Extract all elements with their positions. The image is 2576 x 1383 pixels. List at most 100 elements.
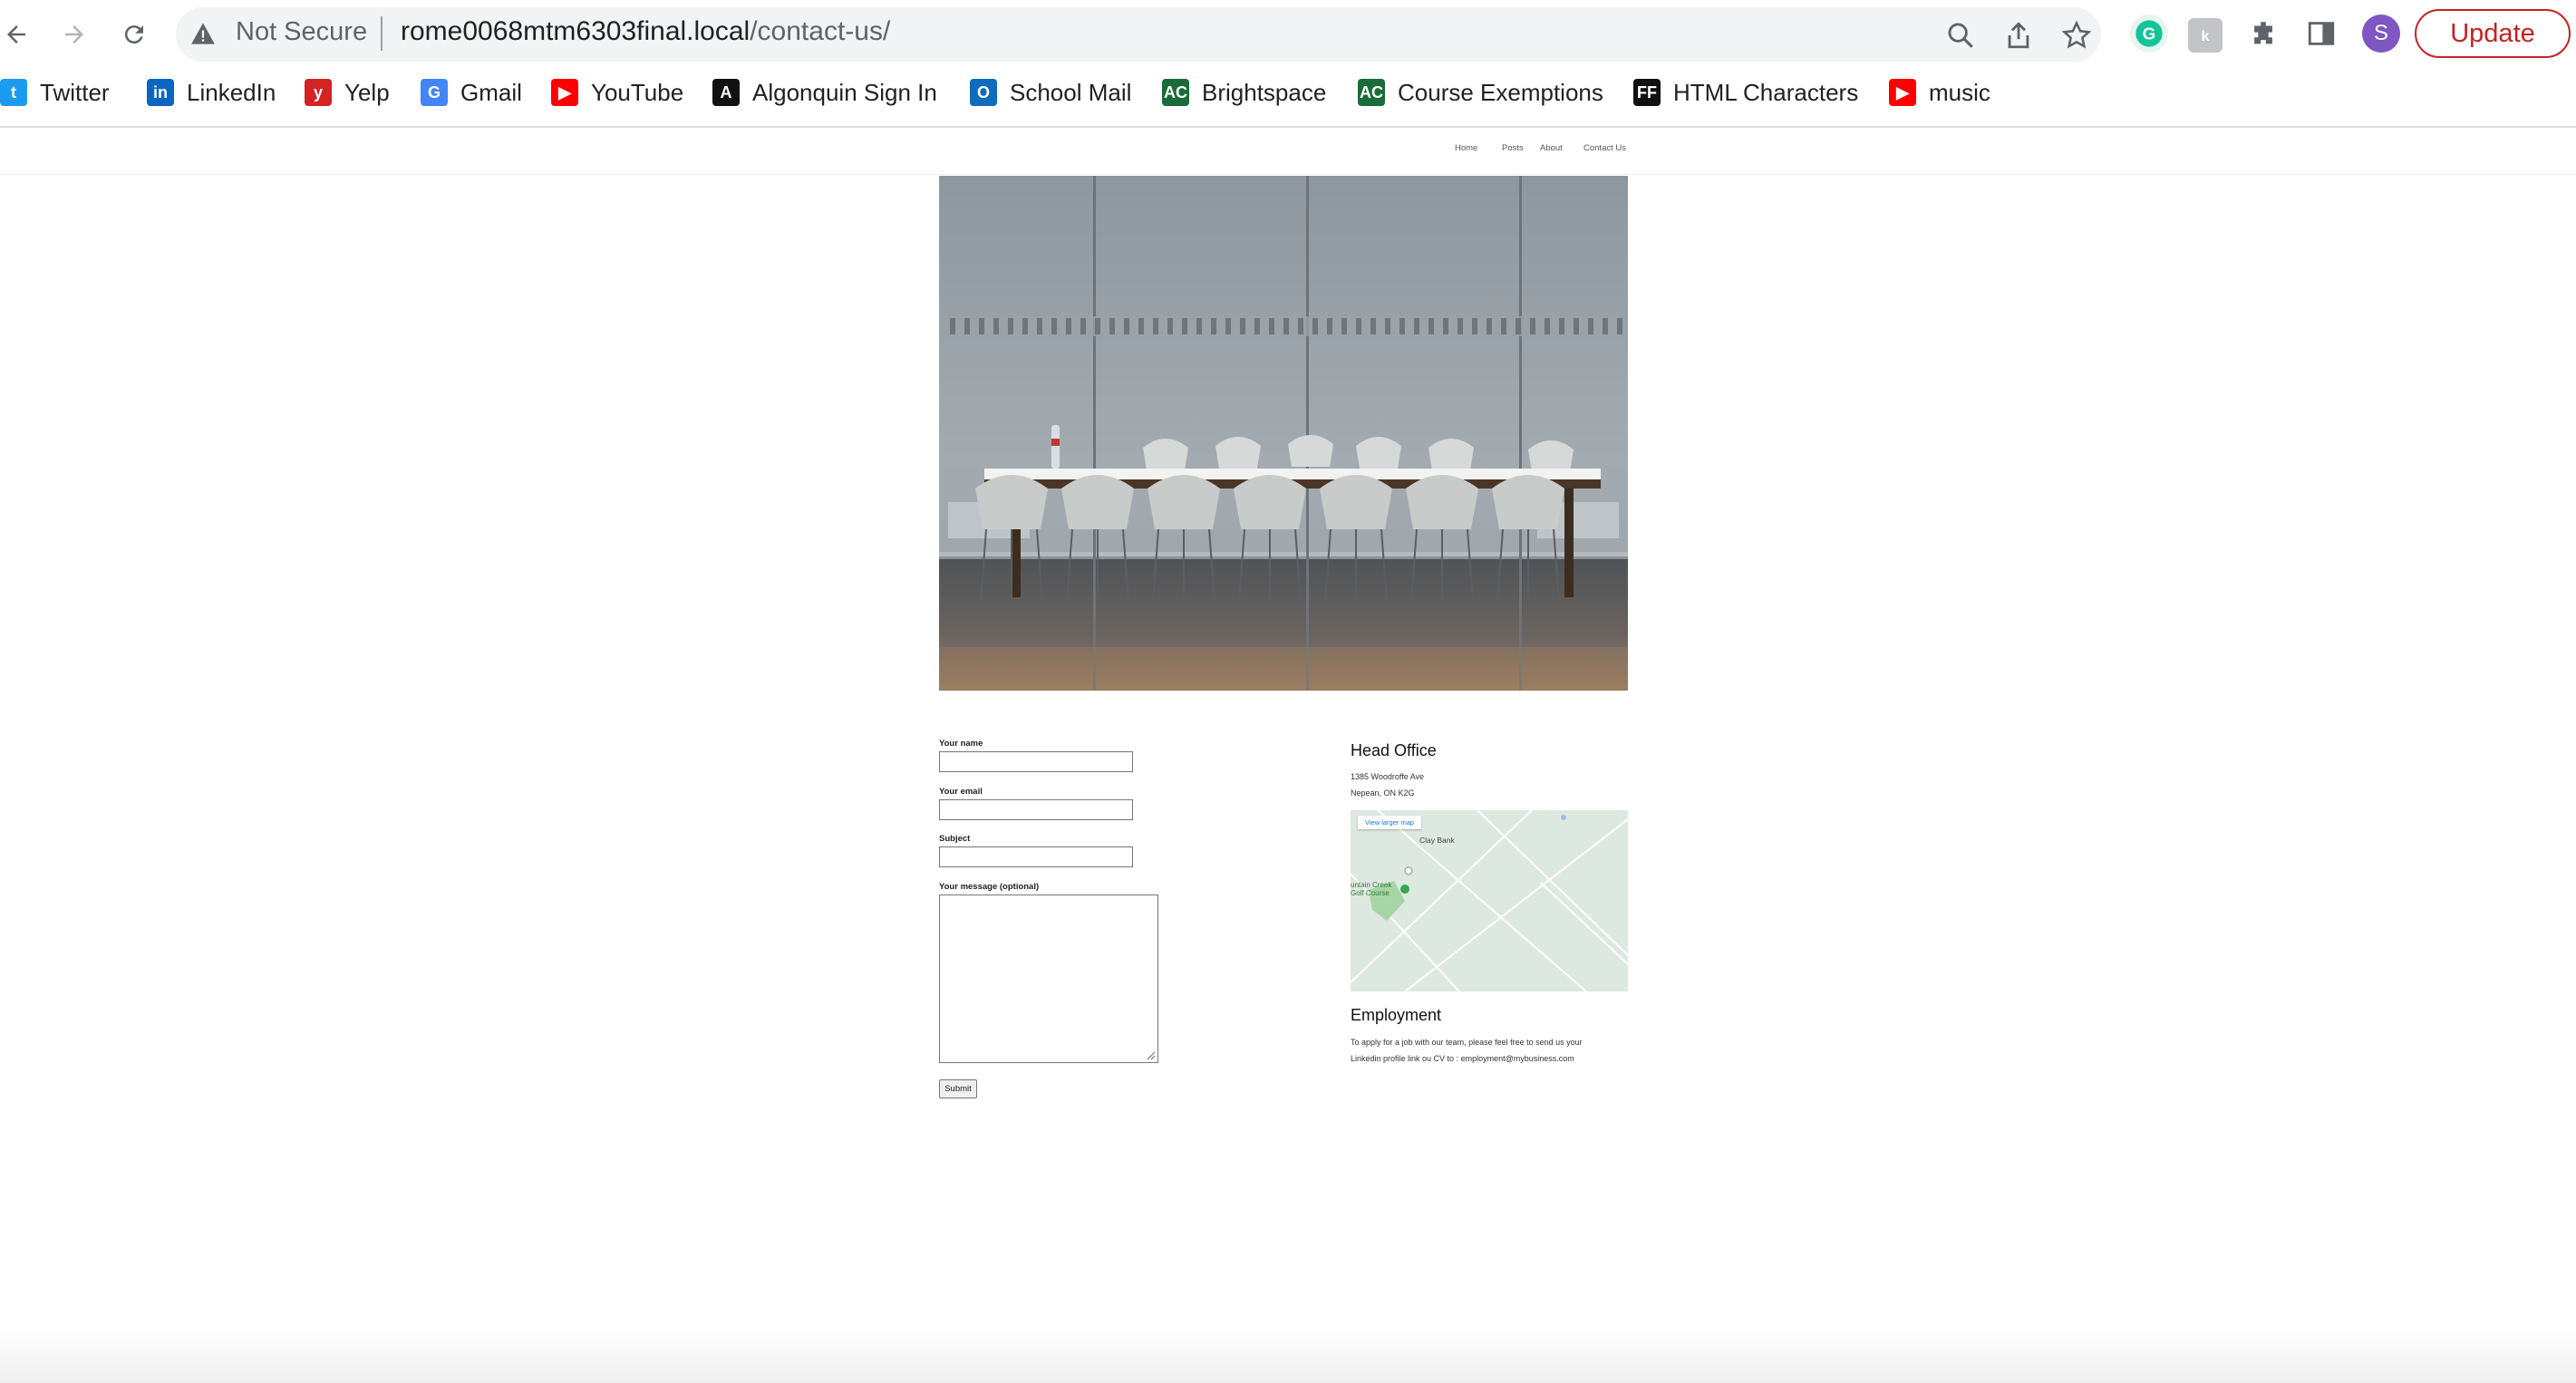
bookmark-item[interactable]: t Twitter: [0, 71, 110, 114]
your-message-label: Your message (optional): [939, 882, 1040, 892]
bookmark-item[interactable]: in LinkedIn: [147, 71, 276, 114]
glass-frost-dash: [979, 318, 984, 334]
yelp-icon: y: [305, 79, 332, 106]
browser-chrome: Not Secure rome0068mtm6303final.local/co…: [0, 0, 2576, 128]
glass-frost-dash: [1574, 318, 1579, 334]
url-host: rome0068mtm6303final.local: [401, 16, 751, 46]
bookmark-item[interactable]: O School Mail: [970, 71, 1131, 114]
grammarly-glyph-icon: G: [2135, 20, 2163, 47]
your-email-label: Your email: [939, 787, 983, 797]
glass-frost-dash: [1196, 318, 1202, 334]
bookmark-label: Brightspace: [1202, 78, 1327, 106]
bookmark-item[interactable]: A Algonquin Sign In: [712, 71, 937, 114]
side-panel-icon[interactable]: [2306, 18, 2337, 49]
your-name-input[interactable]: [939, 751, 1133, 772]
hero-image-meeting-room: [939, 176, 1628, 691]
glass-frost-dash: [1457, 318, 1463, 334]
google-icon: G: [421, 79, 448, 106]
glass-frost-dash: [1356, 318, 1361, 334]
glass-frost-dash: [1051, 318, 1057, 334]
glass-frost-dash: [1501, 318, 1506, 334]
profile-avatar[interactable]: S: [2362, 15, 2400, 53]
bookmark-label: Twitter: [40, 78, 110, 106]
reload-icon: [124, 25, 143, 44]
glass-frost-dash: [1516, 318, 1521, 334]
map-roads-graphic: [1351, 810, 1628, 991]
glass-frost-dash: [1008, 318, 1013, 334]
bookmark-label: Yelp: [344, 78, 390, 106]
bookmark-item[interactable]: y Yelp: [305, 71, 390, 114]
k-glyph-icon: k: [2202, 29, 2210, 44]
grammarly-icon[interactable]: G: [2130, 15, 2168, 53]
glass-frost-dash: [964, 318, 970, 334]
glass-frost-dash: [1298, 318, 1303, 334]
glass-frost-dash: [1022, 318, 1028, 334]
address-line-1: 1385 Woodroffe Ave: [1351, 772, 1425, 781]
bookmark-item[interactable]: ▶ YouTube: [551, 71, 683, 114]
your-message-textarea[interactable]: [939, 895, 1158, 1063]
glass-frost-dash: [1080, 318, 1086, 334]
svg-text:G: G: [2143, 24, 2156, 44]
nav-posts[interactable]: Posts: [1502, 143, 1524, 153]
glass-frost-dash: [1109, 318, 1115, 334]
back-button[interactable]: [0, 13, 38, 56]
glass-frost-dash: [1095, 318, 1100, 334]
bookmark-label: Gmail: [460, 78, 522, 106]
extensions-puzzle-icon[interactable]: [2248, 18, 2279, 49]
glass-frost-dash: [1254, 318, 1260, 334]
bookmark-item[interactable]: AC Brightspace: [1162, 71, 1326, 114]
glass-frost-dash: [993, 318, 999, 334]
subject-input[interactable]: [939, 846, 1133, 867]
bookmark-item[interactable]: AC Course Exemptions: [1358, 71, 1603, 114]
submit-button[interactable]: Submit: [939, 1079, 977, 1098]
nav-about[interactable]: About: [1540, 143, 1563, 153]
page-bottom-shadow: [0, 1329, 2576, 1383]
bookmark-label: music: [1929, 78, 1990, 106]
brightspace-icon: AC: [1162, 79, 1189, 106]
glass-frost-dash: [1066, 318, 1071, 334]
forward-arrow-icon: [65, 25, 83, 44]
your-email-input[interactable]: [939, 799, 1133, 820]
bookmark-label: School Mail: [1010, 78, 1132, 106]
glass-frost-dash: [1283, 318, 1289, 334]
svg-text:k: k: [2202, 29, 2210, 44]
url-path: /contact-us/: [750, 16, 891, 46]
map-golf-label: untain Creek Golf Course: [1351, 881, 1391, 897]
glass-frost-dash: [1269, 318, 1274, 334]
reload-button[interactable]: [112, 13, 156, 56]
glass-frost-dash: [1385, 318, 1390, 334]
view-larger-map-link[interactable]: View larger map: [1358, 816, 1422, 829]
zoom-icon[interactable]: [1945, 20, 1976, 51]
nav-contact-us[interactable]: Contact Us: [1583, 143, 1626, 153]
your-name-label: Your name: [939, 739, 983, 749]
bookmark-label: YouTube: [591, 78, 684, 106]
warning-icon: [191, 23, 215, 44]
bookmark-item[interactable]: FF HTML Characters: [1633, 71, 1858, 114]
nav-home[interactable]: Home: [1455, 143, 1477, 153]
glass-frost-dash: [1167, 318, 1173, 334]
url-text[interactable]: rome0068mtm6303final.local/contact-us/: [401, 16, 890, 47]
resize-handle-icon[interactable]: [1145, 1049, 1156, 1060]
ff-icon: FF: [1633, 79, 1661, 106]
bookmark-item[interactable]: ▶ music: [1889, 71, 1990, 114]
glass-frost-dash: [1443, 318, 1448, 334]
extension-k-icon[interactable]: k: [2188, 18, 2223, 53]
head-office-heading: Head Office: [1351, 741, 1437, 759]
bookmark-star-icon[interactable]: [2061, 20, 2092, 51]
share-icon[interactable]: [2003, 20, 2034, 51]
glass-frost-dash: [1487, 318, 1492, 334]
map-golf-label-line-2: Golf Course: [1351, 889, 1390, 897]
glass-frost-dash: [1617, 318, 1622, 334]
not-secure-label[interactable]: Not Secure: [236, 17, 367, 47]
glass-frost-dash: [1327, 318, 1332, 334]
glass-frost-dash: [1545, 318, 1550, 334]
bookmarks-bar: t Twitter in LinkedIn y Yelp G Gmail ▶ YouTube A Al…: [0, 71, 2576, 114]
youtube-icon: ▶: [551, 79, 578, 106]
map-golf-label-line-1: untain Creek: [1351, 881, 1392, 889]
employment-heading: Employment: [1351, 1006, 1442, 1024]
embedded-map[interactable]: View larger map Clay Bank untain Creek Go…: [1351, 810, 1628, 991]
address-line-2: Nepean, ON K2G: [1351, 788, 1415, 798]
forward-button[interactable]: [53, 13, 96, 56]
update-button[interactable]: Update: [2415, 9, 2571, 58]
bookmark-item[interactable]: G Gmail: [421, 71, 522, 114]
